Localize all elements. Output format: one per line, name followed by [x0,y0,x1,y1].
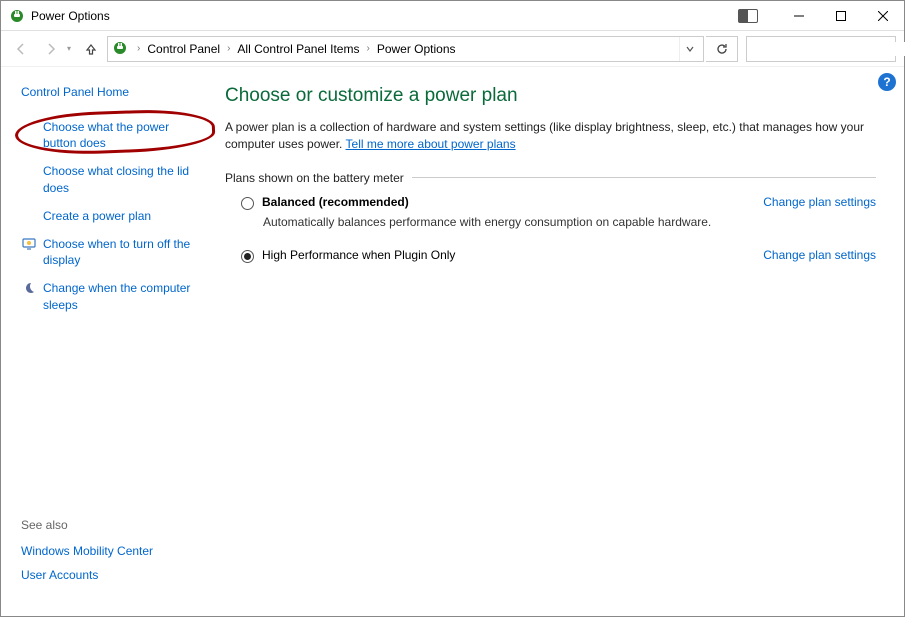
window-title: Power Options [31,9,110,23]
battery-meter-label: Plans shown on the battery meter [225,171,404,185]
nav-history-dropdown[interactable]: ▾ [67,44,71,53]
tell-me-more-link[interactable]: Tell me more about power plans [346,137,516,151]
search-box[interactable] [746,36,896,62]
sidebar-item-label[interactable]: Choose what closing the lid does [43,163,205,195]
sidebar-item-label[interactable]: Choose what the power button does [43,119,205,151]
horizontal-rule [412,177,876,178]
sidebar-item-closing-lid[interactable]: Choose what closing the lid does [21,163,205,195]
main-content: ? Choose or customize a power plan A pow… [215,67,904,616]
close-button[interactable] [862,1,904,30]
sidebar-item-turn-off-display[interactable]: Choose when to turn off the display [21,236,205,268]
tablet-mode-icon[interactable] [738,9,758,23]
title-bar: Power Options [1,1,904,31]
chevron-right-icon[interactable]: › [224,43,233,54]
see-also-mobility-center[interactable]: Windows Mobility Center [21,544,205,558]
sidebar-item-label[interactable]: Change when the computer sleeps [43,280,205,312]
breadcrumb-item[interactable]: Power Options [373,42,460,56]
page-description: A power plan is a collection of hardware… [225,119,876,153]
minimize-button[interactable] [778,1,820,30]
nav-forward-button[interactable] [37,35,65,63]
chevron-right-icon[interactable]: › [363,43,372,54]
address-bar[interactable]: › Control Panel › All Control Panel Item… [107,36,704,62]
sidebar-item-label[interactable]: Create a power plan [43,208,151,224]
plan-name[interactable]: Balanced (recommended) [262,195,409,209]
description-text: A power plan is a collection of hardware… [225,120,864,151]
change-plan-settings-link[interactable]: Change plan settings [763,248,876,262]
help-button[interactable]: ? [878,73,896,91]
plan-description: Automatically balances performance with … [225,214,876,231]
change-plan-settings-link[interactable]: Change plan settings [763,195,876,209]
sidebar-item-power-button[interactable]: Choose what the power button does [21,119,205,151]
plan-radio-balanced[interactable] [241,197,254,210]
sidebar-item-label[interactable]: Choose when to turn off the display [43,236,205,268]
power-options-icon [9,8,25,24]
moon-sleep-icon [21,280,37,299]
nav-up-button[interactable] [77,35,105,63]
power-plan-row: High Performance when Plugin Only Change… [225,248,876,263]
control-panel-home-link[interactable]: Control Panel Home [21,85,205,99]
power-options-icon [112,40,130,58]
see-also-user-accounts[interactable]: User Accounts [21,568,205,582]
breadcrumb-item[interactable]: Control Panel [143,42,224,56]
breadcrumb-item[interactable]: All Control Panel Items [233,42,363,56]
display-off-icon [21,236,37,255]
sidebar: Control Panel Home Choose what the power… [1,67,215,616]
page-heading: Choose or customize a power plan [225,85,876,107]
chevron-right-icon[interactable]: › [134,43,143,54]
nav-back-button[interactable] [7,35,35,63]
sidebar-item-computer-sleeps[interactable]: Change when the computer sleeps [21,280,205,312]
see-also-heading: See also [21,518,205,532]
refresh-button[interactable] [706,36,738,62]
search-input[interactable] [753,42,905,56]
maximize-button[interactable] [820,1,862,30]
address-bar-row: ▾ › Control Panel › All Control Panel It… [1,31,904,67]
power-plan-row: Balanced (recommended) Change plan setti… [225,195,876,210]
sidebar-item-create-plan[interactable]: Create a power plan [21,208,205,224]
address-history-dropdown[interactable] [679,37,699,61]
plan-name[interactable]: High Performance when Plugin Only [262,248,455,262]
plan-radio-high-performance[interactable] [241,250,254,263]
